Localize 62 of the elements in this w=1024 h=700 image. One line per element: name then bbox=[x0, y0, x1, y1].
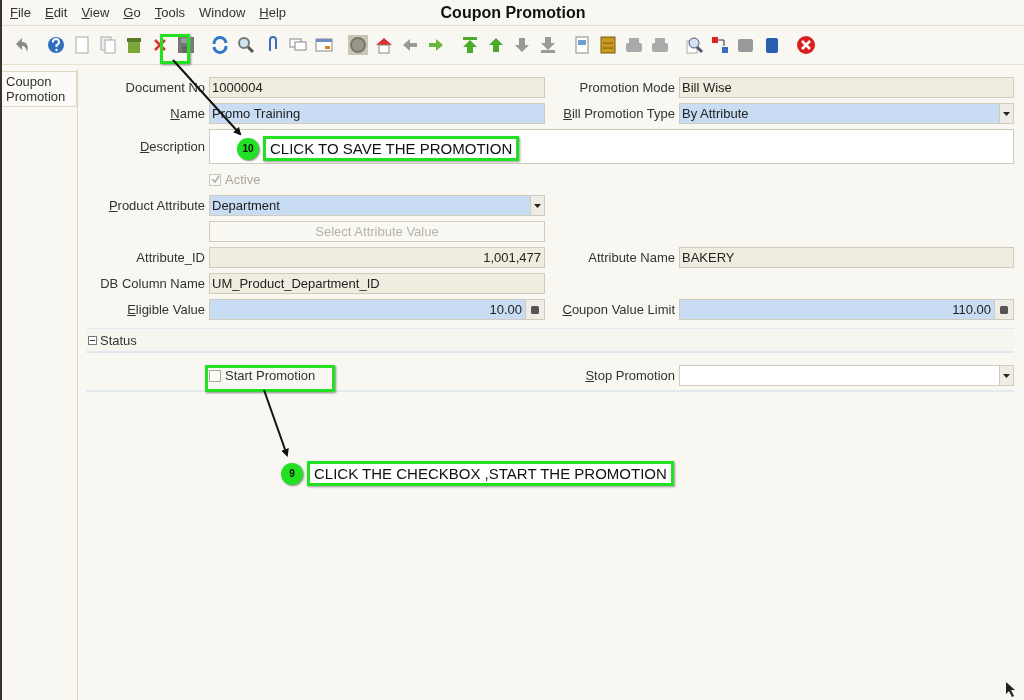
field-label: Product Attribute bbox=[107, 198, 205, 213]
dropdown-icon bbox=[1003, 373, 1010, 378]
field-label: Coupon Value Limit bbox=[561, 302, 675, 317]
field-label: Attribute_ID bbox=[135, 250, 205, 265]
trash-icon[interactable] bbox=[124, 35, 144, 55]
zoom-icon[interactable] bbox=[684, 35, 704, 55]
mouse-cursor-icon bbox=[1006, 682, 1016, 697]
field-label: DB Column Name bbox=[99, 276, 205, 291]
tab[interactable]: Coupon Promotion bbox=[2, 71, 77, 107]
input-field[interactable]: BAKERY bbox=[679, 247, 1014, 268]
checkbox[interactable]: Start Promotion bbox=[209, 365, 545, 386]
check-icon bbox=[210, 175, 220, 184]
calculator-icon bbox=[1000, 305, 1008, 314]
copy-icon[interactable] bbox=[98, 35, 118, 55]
dropdown-field[interactable] bbox=[679, 365, 1014, 386]
arrow bbox=[263, 389, 289, 457]
menu-item[interactable]: View bbox=[81, 5, 110, 20]
input-field[interactable]: 10.00 bbox=[209, 299, 545, 320]
callout-text: CLICK TO SAVE THE PROMOTION bbox=[263, 136, 520, 161]
report-icon[interactable] bbox=[572, 35, 592, 55]
highlight-frame bbox=[160, 34, 190, 64]
step-number: 9 bbox=[281, 462, 303, 485]
input-field[interactable]: Bill Wise bbox=[679, 77, 1014, 98]
menu-item[interactable]: Window bbox=[199, 5, 246, 20]
menu-item[interactable]: File bbox=[10, 5, 31, 20]
window-title: Coupon Promotion bbox=[440, 3, 586, 22]
history-icon[interactable] bbox=[348, 35, 368, 55]
home-icon[interactable] bbox=[374, 35, 394, 55]
input-field[interactable]: 1000004 bbox=[209, 77, 545, 98]
printer-icon[interactable] bbox=[624, 35, 644, 55]
menu-item[interactable]: Go bbox=[123, 5, 141, 20]
field-label: Name bbox=[169, 106, 205, 121]
calculator-icon bbox=[531, 305, 539, 314]
menu-item[interactable]: Help bbox=[259, 5, 287, 20]
dropdown-field[interactable]: Department bbox=[209, 195, 545, 216]
first-record-icon[interactable] bbox=[460, 35, 480, 55]
search-icon[interactable] bbox=[236, 35, 256, 55]
form-icon[interactable] bbox=[314, 35, 334, 55]
input-field[interactable]: 1,001,477 bbox=[209, 247, 545, 268]
menu-item[interactable]: Tools bbox=[154, 5, 186, 20]
field-label: Bill Promotion Type bbox=[562, 106, 675, 121]
refresh-icon[interactable] bbox=[210, 35, 230, 55]
field-label: Attribute Name bbox=[587, 250, 675, 265]
help-icon[interactable] bbox=[46, 35, 66, 55]
last-record-icon[interactable] bbox=[538, 35, 558, 55]
dropdown-icon bbox=[534, 203, 541, 208]
dropdown-icon bbox=[1003, 111, 1010, 116]
menu-item[interactable]: Edit bbox=[44, 5, 68, 20]
input-field[interactable]: 110.00 bbox=[679, 299, 1014, 320]
field-label: Description bbox=[138, 139, 205, 154]
field-label: Promotion Mode bbox=[578, 80, 675, 95]
collapse-icon[interactable] bbox=[88, 335, 97, 345]
archive-icon[interactable] bbox=[598, 35, 618, 55]
section-header[interactable]: Status bbox=[86, 328, 1014, 353]
field-label: Eligible Value bbox=[126, 302, 205, 317]
input-field[interactable]: UM_Product_Department_ID bbox=[209, 273, 545, 294]
workflow-icon[interactable] bbox=[710, 35, 730, 55]
field-label: Stop Promotion bbox=[584, 368, 675, 383]
dropdown-field[interactable]: By Attribute bbox=[679, 103, 1014, 124]
close-icon[interactable] bbox=[796, 35, 816, 55]
printer-icon[interactable] bbox=[650, 35, 670, 55]
callout-text: CLICK THE CHECKBOX ,START THE PROMOTION bbox=[307, 461, 674, 486]
